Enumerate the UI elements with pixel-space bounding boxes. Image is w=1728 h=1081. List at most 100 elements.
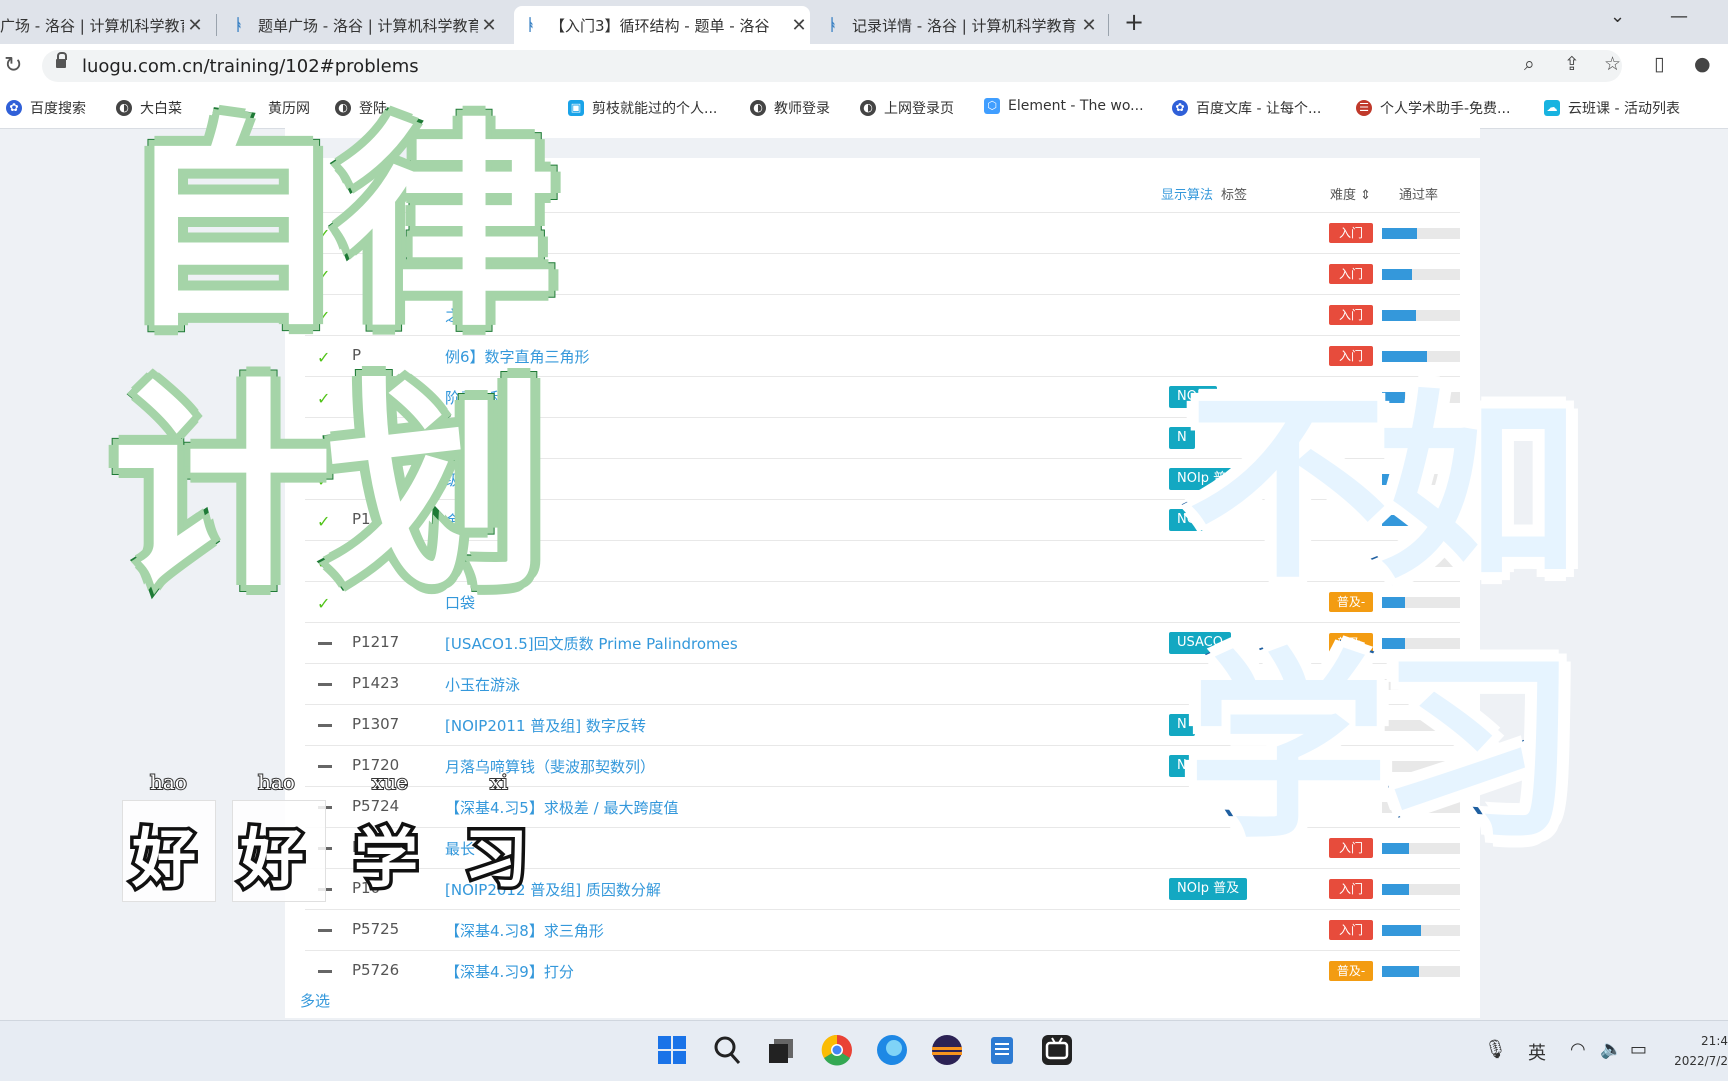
bookmark-item[interactable]: ✿ 百度搜索 <box>6 98 86 118</box>
difficulty-badge: 入门 <box>1329 223 1373 243</box>
bookmark-item[interactable]: ◐ 上网登录页 <box>860 98 954 118</box>
start-icon[interactable] <box>655 1033 689 1067</box>
bookmark-item[interactable]: ⬡ Element - The wo... <box>984 98 1144 114</box>
element-icon: ⬡ <box>984 98 1000 114</box>
tab-search-chevron-icon[interactable]: ⌄ <box>1610 6 1625 27</box>
bookmark-label: 教师登录 <box>774 101 830 117</box>
luogu-icon: ᚭ <box>526 15 536 34</box>
bookmark-item[interactable]: ✿ 百度文库 - 让每个... <box>1172 98 1321 118</box>
browser-tab-strip: 广场 - 洛谷 | 计算机科学教育 ✕ ᚭ 题单广场 - 洛谷 | 计算机科学教… <box>0 0 1728 44</box>
scholar-icon: ☰ <box>1356 100 1372 116</box>
system-clock[interactable]: 21:4 2022/7/2 <box>1674 1031 1728 1071</box>
pass-rate-fill <box>1382 310 1417 321</box>
pass-rate-bar <box>1382 228 1460 239</box>
pass-rate-fill <box>1382 925 1421 936</box>
close-tab-icon[interactable]: ✕ <box>478 15 500 36</box>
tab-2[interactable]: ᚭ 【入门3】循环结构 - 题单 - 洛谷 ✕ <box>514 6 810 44</box>
overlay-title-green-line1: 自律 <box>115 100 563 356</box>
problem-title-link[interactable]: 月落乌啼算钱（斐波那契数列） <box>445 756 655 777</box>
wifi-icon[interactable]: ◠ <box>1570 1039 1586 1060</box>
bookmark-item[interactable]: ☰ 个人学术助手-免费... <box>1356 98 1510 118</box>
multiselect-button[interactable]: 多选 <box>300 990 330 1011</box>
difficulty-badge: 入门 <box>1329 305 1373 325</box>
overlay-title-blue-line2: 学习 <box>1182 633 1584 866</box>
difficulty-badge: 普及- <box>1329 961 1373 981</box>
not-attempted-icon <box>318 765 332 768</box>
problem-title-link[interactable]: 【深基4.习8】求三角形 <box>445 920 604 941</box>
pass-rate-bar <box>1382 310 1460 321</box>
table-row[interactable]: P5725 【深基4.习8】求三角形 入门 <box>305 909 1460 950</box>
side-panel-icon[interactable]: ▯ <box>1654 53 1664 75</box>
pinyin-label: xi <box>489 769 509 795</box>
bookmark-label: 百度搜索 <box>30 101 86 117</box>
difficulty-badge: 入门 <box>1329 346 1373 366</box>
bookmark-item[interactable]: ▣ 剪枝就能过的个人... <box>568 98 717 118</box>
pass-rate-bar <box>1382 269 1460 280</box>
task-view-icon[interactable] <box>765 1033 799 1067</box>
tab-3[interactable]: ᚭ 记录详情 - 洛谷 | 计算机科学教育 ✕ <box>816 6 1100 44</box>
profile-icon[interactable]: ● <box>1694 53 1711 75</box>
minimize-button[interactable]: — <box>1670 6 1688 27</box>
problem-title-link[interactable]: [USACO1.5]回文质数 Prime Palindromes <box>445 633 738 654</box>
not-attempted-icon <box>318 929 332 932</box>
edge-icon[interactable] <box>875 1033 909 1067</box>
difficulty-badge: 入门 <box>1329 264 1373 284</box>
problem-id: P1423 <box>352 674 400 692</box>
pass-rate-fill <box>1382 269 1412 280</box>
luogu-icon: ᚭ <box>828 15 838 34</box>
tab-0[interactable]: 广场 - 洛谷 | 计算机科学教育 ✕ <box>0 6 206 44</box>
volume-icon[interactable]: 🔈 <box>1600 1039 1622 1060</box>
close-tab-icon[interactable]: ✕ <box>788 15 810 36</box>
tab-1[interactable]: ᚭ 题单广场 - 洛谷 | 计算机科学教育 ✕ <box>222 6 500 44</box>
sticker-char: 好 <box>237 820 308 901</box>
difficulty-header[interactable]: 难度 ⇕ <box>1330 184 1371 203</box>
clock-date: 2022/7/2 <box>1674 1054 1728 1068</box>
table-row[interactable]: P5726 【深基4.习9】打分 普及- <box>305 950 1460 991</box>
microphone-icon[interactable]: 🎙 <box>1484 1039 1507 1060</box>
close-tab-icon[interactable]: ✕ <box>184 15 206 36</box>
pass-rate-bar <box>1382 925 1460 936</box>
bookmark-star-icon[interactable]: ☆ <box>1604 53 1621 75</box>
bilibili-app-icon[interactable] <box>1040 1033 1074 1067</box>
battery-icon[interactable]: ▭ <box>1630 1039 1647 1060</box>
notepad-icon[interactable] <box>985 1033 1019 1067</box>
share-icon[interactable]: ⇪ <box>1564 53 1580 75</box>
not-attempted-icon <box>318 642 332 645</box>
bookmark-label: 云班课 - 活动列表 <box>1568 101 1680 117</box>
bookmark-item[interactable]: ☁ 云班课 - 活动列表 <box>1544 98 1680 118</box>
not-attempted-icon <box>318 970 332 973</box>
bookmark-label: 上网登录页 <box>884 101 954 117</box>
chrome-icon[interactable] <box>820 1033 854 1067</box>
problem-title-link[interactable]: 小玉在游泳 <box>445 674 520 695</box>
new-tab-button[interactable]: + <box>1124 8 1144 36</box>
close-tab-icon[interactable]: ✕ <box>1078 15 1100 36</box>
cloud-icon: ☁ <box>1544 100 1560 116</box>
pass-rate-fill <box>1382 351 1428 362</box>
eclipse-icon[interactable] <box>930 1033 964 1067</box>
difficulty-badge: 入门 <box>1329 920 1373 940</box>
search-icon[interactable] <box>710 1033 744 1067</box>
not-attempted-icon <box>318 724 332 727</box>
reload-icon[interactable]: ↻ <box>4 53 22 78</box>
problem-title-link[interactable]: 【深基4.习9】打分 <box>445 961 574 982</box>
pass-rate-bar <box>1382 884 1460 895</box>
problem-tag: NOIp 普及 <box>1169 878 1248 900</box>
clock-time: 21:4 <box>1701 1034 1728 1048</box>
ime-indicator[interactable]: 英 <box>1528 1039 1546 1065</box>
pass-rate-fill <box>1382 228 1418 239</box>
pinyin-label: hao <box>257 769 296 795</box>
sticker-char: 习 <box>461 820 532 901</box>
address-bar[interactable]: luogu.com.cn/training/102#problems <box>42 50 1622 82</box>
problem-title-link[interactable]: [NOIP2011 普及组] 数字反转 <box>445 715 646 736</box>
tab-title: 题单广场 - 洛谷 | 计算机科学教育 <box>258 16 478 35</box>
zoom-icon[interactable]: ⌕ <box>1524 53 1535 75</box>
pass-rate-bar <box>1382 351 1460 362</box>
difficulty-badge: 入门 <box>1329 879 1373 899</box>
pinyin-label: xue <box>371 769 409 795</box>
bookmark-item[interactable]: ◐ 教师登录 <box>750 98 830 118</box>
tab-title: 广场 - 洛谷 | 计算机科学教育 <box>0 16 184 35</box>
tab-separator <box>1108 14 1109 36</box>
problem-id: P5726 <box>352 961 400 979</box>
show-algorithm-toggle[interactable]: 显示算法 <box>1161 184 1213 203</box>
windows-taskbar: 🎙 英 ◠ 🔈 ▭ 21:4 2022/7/2 <box>0 1020 1728 1081</box>
